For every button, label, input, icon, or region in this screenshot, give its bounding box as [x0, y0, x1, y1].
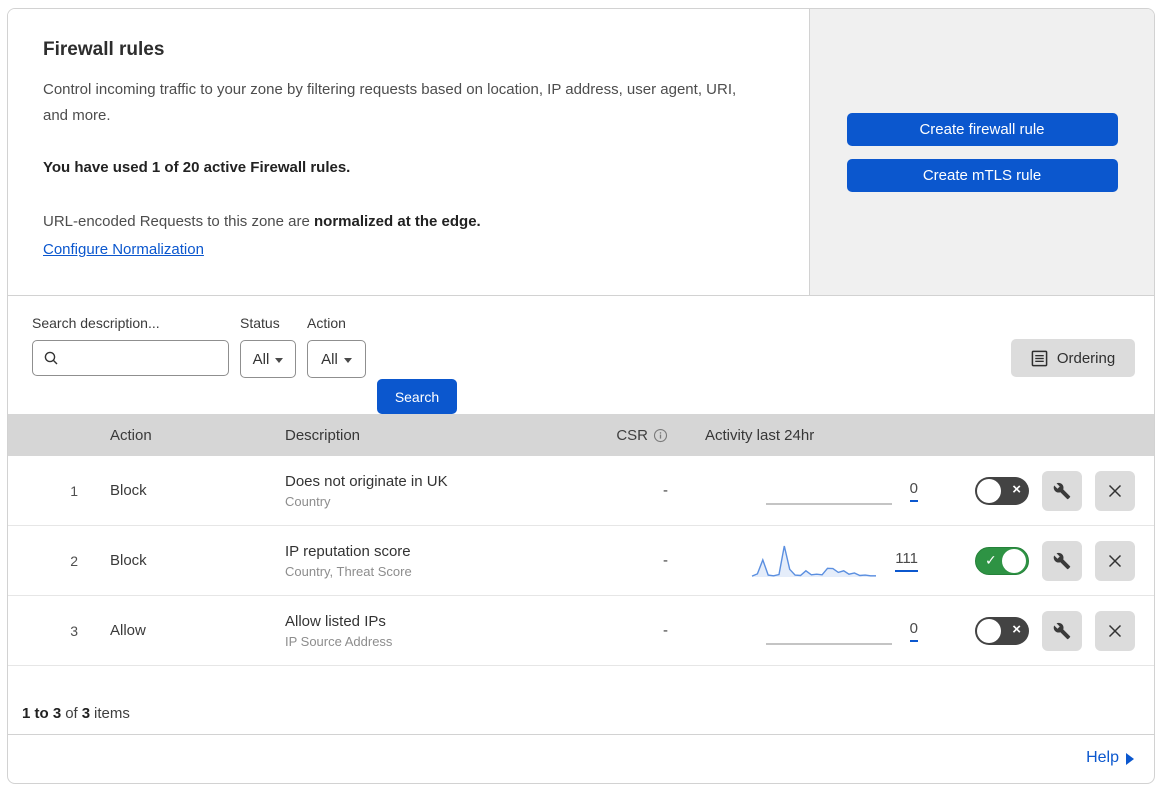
- search-icon: [43, 350, 59, 366]
- delete-rule-button[interactable]: [1095, 610, 1135, 651]
- header-activity: Activity last 24hr: [705, 426, 815, 444]
- enable-toggle[interactable]: ✓: [975, 546, 1029, 575]
- edit-rule-button[interactable]: [1042, 470, 1082, 511]
- edit-rule-button[interactable]: [1042, 610, 1082, 651]
- rule-priority: 2: [70, 552, 78, 569]
- close-icon: [1107, 483, 1123, 499]
- status-label: Status: [240, 315, 280, 331]
- enable-toggle[interactable]: ×: [975, 476, 1029, 505]
- wrench-icon: [1053, 482, 1071, 500]
- table-row: 3 Allow Allow listed IPs IP Source Addre…: [8, 596, 1154, 666]
- rule-action: Block: [110, 482, 147, 499]
- close-icon: [1107, 553, 1123, 569]
- toggle-state-icon: ×: [1012, 480, 1021, 498]
- search-group: Search description...: [32, 315, 229, 376]
- search-label: Search description...: [32, 315, 160, 331]
- help-label: Help: [1086, 749, 1119, 766]
- pagination-range: 1 to 3: [22, 705, 62, 722]
- wrench-icon: [1053, 552, 1071, 570]
- close-icon: [1107, 623, 1123, 639]
- rule-csr: -: [663, 622, 668, 639]
- header-csr: CSR: [596, 427, 668, 444]
- header-description: Description: [285, 426, 361, 444]
- table-row: 1 Block Does not originate in UK Country…: [8, 456, 1154, 526]
- info-icon[interactable]: [653, 428, 668, 443]
- rule-csr: -: [663, 552, 668, 569]
- help-strip: Help: [8, 735, 1154, 781]
- pagination-items-label: items: [94, 705, 130, 722]
- search-button[interactable]: Search: [377, 379, 457, 414]
- wrench-icon: [1053, 622, 1071, 640]
- rule-description: Allow listed IPs: [285, 612, 386, 630]
- rule-fields: Country: [285, 493, 331, 509]
- pagination-of: of: [65, 705, 78, 722]
- rule-fields: Country, Threat Score: [285, 563, 412, 579]
- table-header: Action Description CSR Activity last 24h…: [8, 414, 1154, 456]
- usage-summary: You have used 1 of 20 active Firewall ru…: [43, 159, 351, 176]
- arrow-right-icon: [1126, 753, 1134, 765]
- activity-count-link[interactable]: 111: [895, 550, 918, 572]
- rule-action: Block: [110, 552, 147, 569]
- normalization-bold: normalized at the edge.: [314, 213, 481, 230]
- create-firewall-rule-button[interactable]: Create firewall rule: [846, 112, 1118, 146]
- pagination-total: 3: [81, 705, 91, 722]
- normalization-note: URL-encoded Requests to this zone are no…: [43, 209, 769, 235]
- rule-priority: 1: [70, 482, 78, 499]
- action-dropdown[interactable]: All: [307, 340, 366, 378]
- toggle-knob: [977, 478, 1001, 503]
- table-row: 2 Block IP reputation score Country, Thr…: [8, 526, 1154, 596]
- configure-normalization-link[interactable]: Configure Normalization: [43, 241, 204, 258]
- status-filter-group: Status All: [240, 315, 296, 378]
- toggle-state-icon: ✓: [985, 551, 997, 568]
- firewall-rules-card: Firewall rules Control incoming traffic …: [7, 8, 1155, 784]
- intro-section: Firewall rules Control incoming traffic …: [8, 9, 1154, 296]
- chevron-down-icon: [275, 357, 284, 363]
- activity-sparkline: [751, 545, 877, 577]
- ordering-button-label: Ordering: [1056, 349, 1116, 367]
- pagination-summary: 1 to 3 of 3 items: [8, 666, 1154, 735]
- action-filter-group: Action All: [307, 315, 366, 378]
- activity-flatline: [765, 502, 892, 505]
- toggle-knob: [1002, 548, 1026, 573]
- enable-toggle[interactable]: ×: [975, 616, 1029, 645]
- rule-description: Does not originate in UK: [285, 472, 448, 490]
- filter-bar: Search description... Status All Action …: [8, 296, 1154, 414]
- activity-count-link[interactable]: 0: [909, 480, 918, 502]
- search-input[interactable]: [32, 340, 229, 376]
- rule-priority: 3: [70, 622, 78, 639]
- cta-panel: Create firewall rule Create mTLS rule: [810, 9, 1154, 295]
- rule-csr: -: [663, 482, 668, 499]
- ordering-list-icon: [1031, 350, 1048, 367]
- action-dropdown-value: All: [321, 350, 338, 368]
- delete-rule-button[interactable]: [1095, 540, 1135, 581]
- activity-count-link[interactable]: 0: [909, 620, 918, 642]
- status-dropdown-value: All: [252, 350, 270, 368]
- chevron-down-icon: [343, 357, 352, 363]
- help-link[interactable]: Help: [1086, 749, 1134, 767]
- header-action: Action: [110, 426, 152, 444]
- action-label: Action: [307, 315, 346, 331]
- intro-panel: Firewall rules Control incoming traffic …: [8, 9, 810, 295]
- page-description: Control incoming traffic to your zone by…: [43, 81, 737, 124]
- toggle-knob: [977, 618, 1001, 643]
- toggle-state-icon: ×: [1012, 620, 1021, 638]
- edit-rule-button[interactable]: [1042, 540, 1082, 581]
- activity-flatline: [765, 642, 892, 645]
- delete-rule-button[interactable]: [1095, 470, 1135, 511]
- rule-action: Allow: [110, 622, 146, 639]
- page-title: Firewall rules: [43, 39, 165, 60]
- header-csr-label: CSR: [616, 426, 648, 444]
- ordering-button[interactable]: Ordering: [1011, 339, 1135, 377]
- create-mtls-rule-button[interactable]: Create mTLS rule: [846, 158, 1118, 192]
- rule-description: IP reputation score: [285, 542, 411, 560]
- status-dropdown[interactable]: All: [240, 340, 296, 378]
- normalization-prefix: URL-encoded Requests to this zone are: [43, 213, 314, 230]
- rule-fields: IP Source Address: [285, 633, 393, 649]
